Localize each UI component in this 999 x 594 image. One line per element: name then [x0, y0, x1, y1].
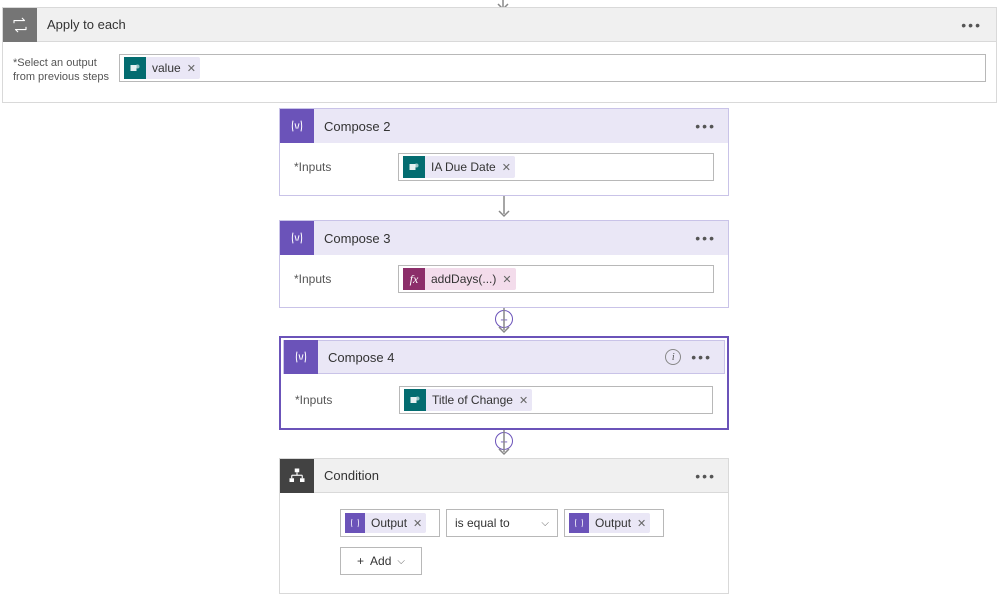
token-value-text: value	[152, 61, 181, 75]
token-remove-icon[interactable]: ✕	[519, 394, 528, 407]
compose-4-card: Compose 4 i ••• *Inputs Title of Change	[279, 336, 729, 430]
token-value[interactable]: value ✕	[124, 57, 200, 79]
apply-to-each-card: Apply to each ••• *Select an output from…	[2, 7, 997, 103]
connector-plus: +	[503, 308, 505, 336]
compose-2-title: Compose 2	[314, 119, 390, 134]
token-adddays[interactable]: fx addDays(...) ✕	[403, 268, 516, 290]
token-title-of-change[interactable]: Title of Change ✕	[404, 389, 532, 411]
compose-4-input[interactable]: Title of Change ✕	[399, 386, 713, 414]
action-stack: Compose 2 ••• *Inputs IA Due Date ✕	[279, 108, 729, 594]
token-remove-icon[interactable]: ✕	[413, 517, 422, 530]
inputs-label: *Inputs	[294, 272, 398, 286]
token-output-left[interactable]: Output ✕	[345, 513, 426, 533]
select-output-label-line2: from previous steps	[13, 71, 109, 83]
condition-operator-select[interactable]: is equal to ⌵	[446, 509, 558, 537]
connector-arrow	[503, 196, 505, 220]
card-menu-button[interactable]: •••	[695, 468, 716, 484]
sharepoint-icon	[404, 389, 426, 411]
token-ia-due-date[interactable]: IA Due Date ✕	[403, 156, 515, 178]
operator-text: is equal to	[455, 516, 510, 530]
token-text: addDays(...)	[431, 272, 496, 286]
token-text: IA Due Date	[431, 160, 496, 174]
info-icon[interactable]: i	[665, 349, 681, 365]
compose-3-input[interactable]: fx addDays(...) ✕	[398, 265, 714, 293]
loop-icon	[3, 8, 37, 42]
condition-right-input[interactable]: Output ✕	[564, 509, 664, 537]
add-label: Add	[370, 554, 391, 568]
token-text: Title of Change	[432, 393, 513, 407]
chevron-down-icon: ⌵	[397, 556, 405, 567]
compose-2-input[interactable]: IA Due Date ✕	[398, 153, 714, 181]
compose-output-icon	[569, 513, 589, 533]
select-output-label: *Select an output from previous steps	[13, 54, 119, 84]
token-text: Output	[371, 516, 407, 530]
connector-plus: +	[503, 430, 505, 458]
compose-3-card: Compose 3 ••• *Inputs fx addDays(...) ✕	[279, 220, 729, 308]
select-output-label-line1: *Select an output	[13, 57, 97, 69]
compose-3-header[interactable]: Compose 3 •••	[280, 221, 728, 255]
token-text: Output	[595, 516, 631, 530]
compose-2-header[interactable]: Compose 2 •••	[280, 109, 728, 143]
inputs-label: *Inputs	[295, 393, 399, 407]
compose-output-icon	[345, 513, 365, 533]
condition-icon	[280, 459, 314, 493]
token-output-right[interactable]: Output ✕	[569, 513, 650, 533]
token-remove-icon[interactable]: ✕	[502, 161, 511, 174]
inputs-label: *Inputs	[294, 160, 398, 174]
compose-4-header[interactable]: Compose 4 i •••	[283, 340, 725, 374]
fx-icon: fx	[403, 268, 425, 290]
token-remove-icon[interactable]: ✕	[637, 517, 646, 530]
select-output-row: *Select an output from previous steps va…	[13, 54, 986, 84]
plus-icon: +	[357, 554, 364, 568]
compose-icon	[280, 109, 314, 143]
select-output-input[interactable]: value ✕	[119, 54, 986, 82]
apply-to-each-header[interactable]: Apply to each •••	[3, 8, 996, 42]
card-menu-button[interactable]: •••	[695, 118, 716, 134]
apply-to-each-title: Apply to each	[37, 17, 126, 32]
compose-3-title: Compose 3	[314, 231, 390, 246]
compose-2-card: Compose 2 ••• *Inputs IA Due Date ✕	[279, 108, 729, 196]
card-menu-button[interactable]: •••	[691, 349, 712, 365]
condition-header[interactable]: Condition •••	[280, 459, 728, 493]
condition-left-input[interactable]: Output ✕	[340, 509, 440, 537]
sharepoint-icon	[124, 57, 146, 79]
card-menu-button[interactable]: •••	[695, 230, 716, 246]
add-condition-button[interactable]: + Add ⌵	[340, 547, 422, 575]
compose-4-title: Compose 4	[318, 350, 394, 365]
condition-row: Output ✕ is equal to ⌵	[340, 509, 714, 537]
token-remove-icon[interactable]: ✕	[187, 62, 196, 75]
condition-title: Condition	[314, 468, 379, 483]
token-remove-icon[interactable]: ✕	[502, 273, 511, 286]
chevron-down-icon: ⌵	[541, 518, 549, 529]
compose-icon	[280, 221, 314, 255]
condition-card: Condition ••• Output ✕	[279, 458, 729, 594]
sharepoint-icon	[403, 156, 425, 178]
card-menu-button[interactable]: •••	[961, 17, 982, 33]
compose-icon	[284, 340, 318, 374]
